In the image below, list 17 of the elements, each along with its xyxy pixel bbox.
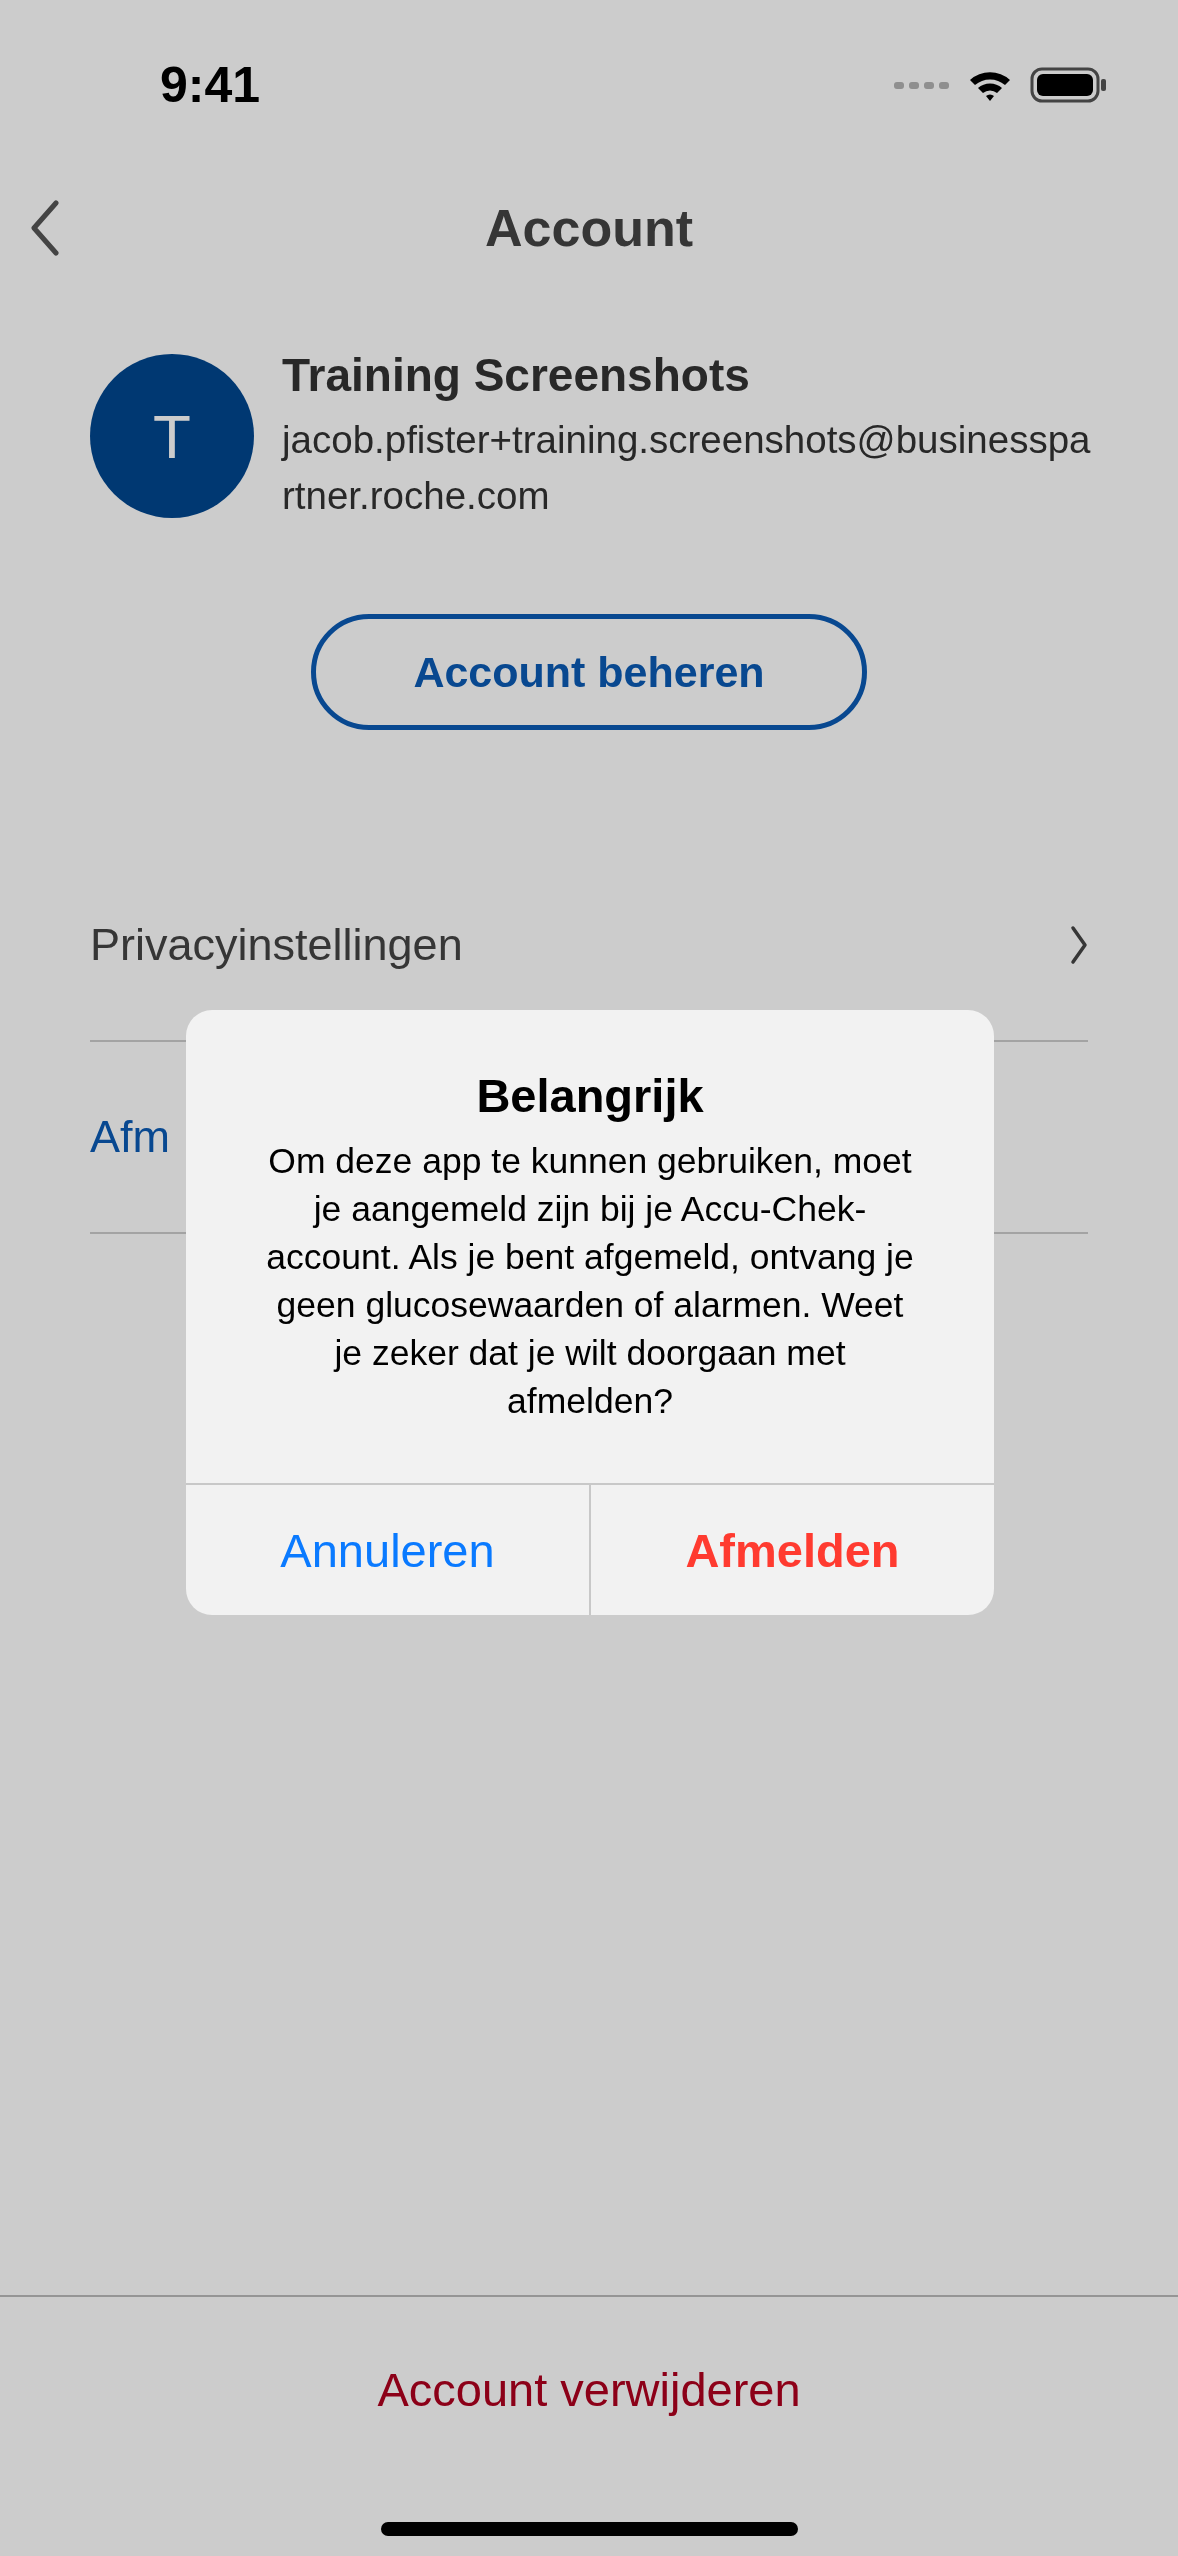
- alert-button[interactable]: Afmelden: [589, 1485, 994, 1615]
- profile-email: jacob.pfister+training.screenshots@businesspartner.roche.com: [282, 417, 1092, 519]
- chevron-icon: [1070, 925, 1088, 965]
- battery-icon: [1030, 67, 1108, 103]
- avatar: T: [90, 354, 254, 518]
- back-icon[interactable]: [30, 200, 60, 256]
- alert-title: Belangrijk: [476, 1068, 704, 1123]
- page-title: Account: [485, 198, 693, 258]
- menu-item[interactable]: Privacyinstellingen: [90, 919, 463, 971]
- manage-account-button[interactable]: Account beheren: [311, 614, 867, 730]
- delete-account-button[interactable]: Account verwijderen: [357, 2352, 821, 2427]
- alert-message: Om deze app te kunnen gebruiken, moet je aangemeld zijn bij je Accu-Chek-account. Als je bent afgemeld, ontvang je geen glucosewaarden of alarmen. Weet je zeker dat je wilt doorgaan met afmelden?: [266, 1140, 914, 1423]
- signal-icon: [894, 79, 950, 91]
- menu-item[interactable]: Afm: [90, 1111, 170, 1163]
- profile-name: Training Screenshots: [282, 348, 751, 402]
- alert-button[interactable]: Annuleren: [186, 1485, 589, 1615]
- status-time: 9:41: [160, 56, 261, 114]
